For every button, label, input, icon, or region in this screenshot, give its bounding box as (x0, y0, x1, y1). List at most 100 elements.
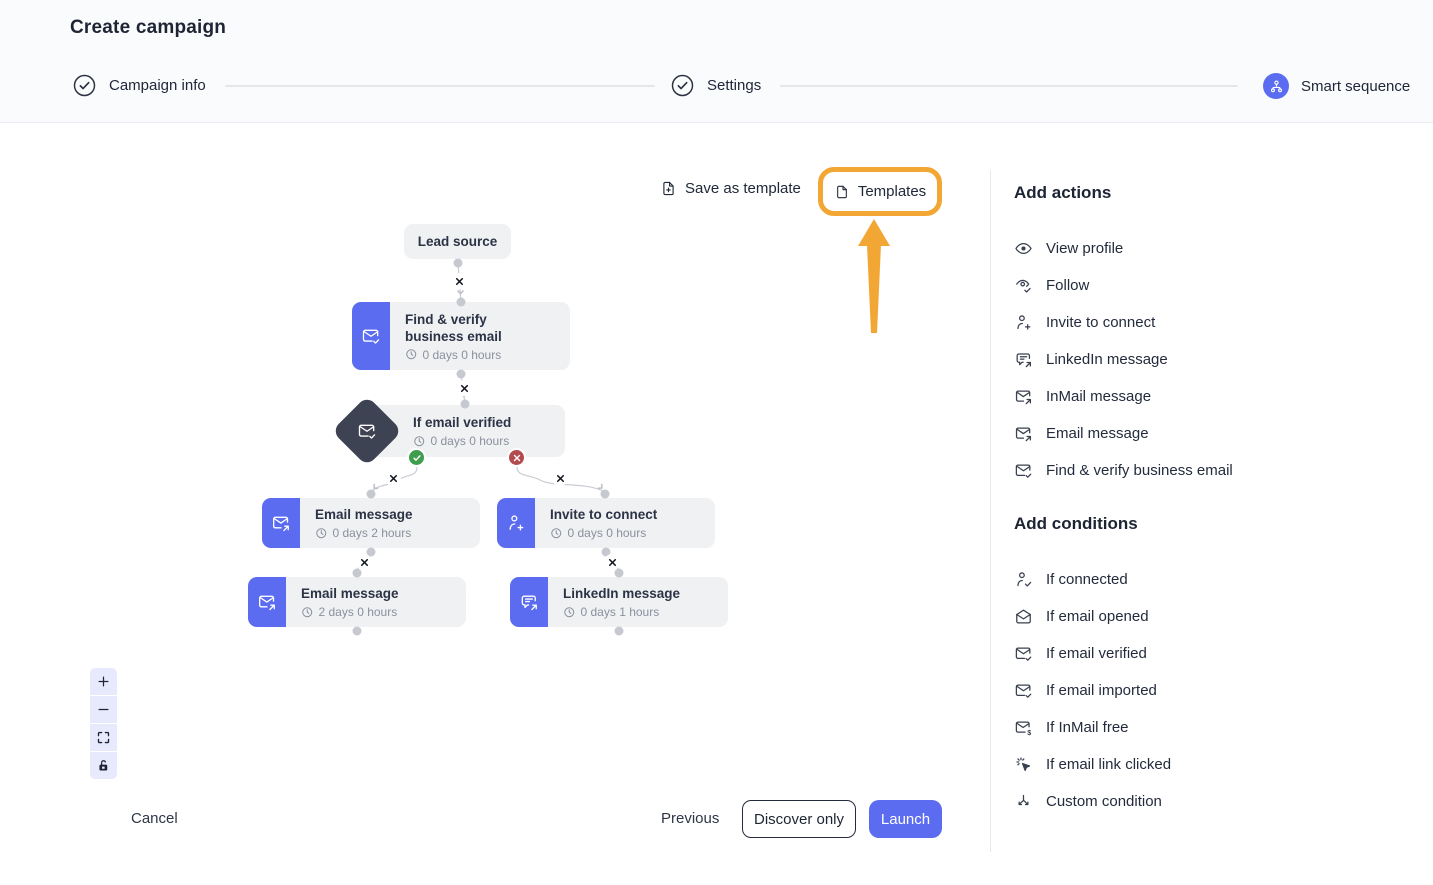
action-label: Follow (1046, 277, 1089, 294)
condition-item-if-email-link-clicked[interactable]: If email link clicked (1014, 746, 1419, 783)
action-item-linkedin-message[interactable]: LinkedIn message (1014, 341, 1419, 378)
flow-node-email-message-1[interactable]: Email message 0 days 2 hours (262, 498, 480, 548)
condition-item-if-connected[interactable]: If connected (1014, 561, 1419, 598)
discover-only-button[interactable]: Discover only (742, 800, 856, 838)
flow-node-find-verify-email[interactable]: Find & verifybusiness email 0 days 0 hou… (352, 302, 570, 370)
remove-step-icon[interactable] (356, 554, 372, 570)
canvas-zoom-controls (90, 668, 117, 779)
launch-button[interactable]: Launch (869, 800, 942, 838)
actions-sidebar: Add actions View profile Follow Invite t… (1014, 170, 1419, 820)
flow-node-lead-source[interactable]: Lead source (404, 224, 511, 259)
clock-icon (413, 435, 426, 448)
envelope-check-icon (361, 326, 381, 346)
node-icon-tile (248, 577, 286, 627)
action-label: View profile (1046, 240, 1123, 257)
condition-item-if-inmail-free[interactable]: If InMail free (1014, 709, 1419, 746)
condition-item-if-email-verified[interactable]: If email verified (1014, 635, 1419, 672)
condition-item-custom-condition[interactable]: Custom condition (1014, 783, 1419, 820)
remove-step-icon[interactable] (456, 380, 472, 396)
save-as-template-button[interactable]: Save as template (660, 180, 801, 197)
condition-item-if-email-imported[interactable]: If email imported (1014, 672, 1419, 709)
cancel-button[interactable]: Cancel (131, 810, 178, 827)
envelope-send-icon (1014, 387, 1033, 406)
condition-no-badge[interactable] (507, 448, 526, 467)
stepper-step-settings[interactable]: Settings (670, 73, 761, 98)
check-circle-icon (72, 73, 97, 98)
step-label: Campaign info (109, 77, 206, 94)
templates-button[interactable]: Templates (818, 167, 942, 216)
envelope-check-icon (1014, 644, 1033, 663)
conditions-list: If connected If email opened If email ve… (1014, 561, 1419, 820)
person-plus-icon (1014, 313, 1033, 332)
action-label: Invite to connect (1046, 314, 1155, 331)
chat-send-icon (519, 592, 539, 612)
file-icon (834, 184, 850, 200)
node-title-line2: business email (405, 329, 502, 344)
remove-step-icon[interactable] (451, 273, 467, 289)
lock-icon (96, 758, 111, 773)
flow-node-invite-to-connect[interactable]: Invite to connect 0 days 0 hours (497, 498, 715, 548)
node-icon-tile (497, 498, 535, 548)
actions-list: View profile Follow Invite to connect Li… (1014, 230, 1419, 489)
clock-icon (550, 527, 563, 540)
flow-node-linkedin-message[interactable]: LinkedIn message 0 days 1 hours (510, 577, 728, 627)
highlight-arrow (858, 219, 890, 333)
templates-label: Templates (858, 183, 926, 200)
cursor-click-icon (1014, 755, 1033, 774)
sequence-icon (1268, 78, 1285, 95)
clock-icon (405, 348, 418, 361)
node-title: LinkedIn message (563, 585, 718, 602)
action-item-find-verify-email[interactable]: Find & verify business email (1014, 452, 1419, 489)
smart-sequence-badge (1263, 73, 1289, 99)
condition-item-if-email-opened[interactable]: If email opened (1014, 598, 1419, 635)
envelope-send-icon (1014, 424, 1033, 443)
node-duration: 0 days 2 hours (333, 526, 412, 540)
create-campaign-page: Create campaign Campaign info Settings S… (0, 0, 1433, 885)
node-icon-tile (262, 498, 300, 548)
action-item-invite-to-connect[interactable]: Invite to connect (1014, 304, 1419, 341)
file-plus-icon (660, 180, 677, 197)
condition-label: If email imported (1046, 682, 1157, 699)
x-icon (512, 453, 522, 463)
node-duration: 0 days 0 hours (431, 434, 510, 448)
node-duration: 0 days 0 hours (423, 348, 502, 362)
person-plus-icon (506, 513, 526, 533)
node-icon-tile (510, 577, 548, 627)
page-title: Create campaign (70, 17, 226, 39)
sidebar-divider (990, 170, 991, 852)
action-item-view-profile[interactable]: View profile (1014, 230, 1419, 267)
step-label: Settings (707, 77, 761, 94)
condition-yes-badge[interactable] (407, 448, 426, 467)
zoom-in-button[interactable] (90, 668, 117, 695)
envelope-check-icon (357, 421, 377, 441)
action-label: Find & verify business email (1046, 462, 1233, 479)
node-title: If email verified (413, 414, 555, 431)
lock-button[interactable] (90, 752, 117, 779)
envelope-open-icon (1014, 607, 1033, 626)
remove-step-icon[interactable] (552, 470, 568, 486)
action-item-email-message[interactable]: Email message (1014, 415, 1419, 452)
clock-icon (563, 606, 576, 619)
add-conditions-title: Add conditions (1014, 514, 1419, 534)
envelope-check-icon (1014, 461, 1033, 480)
remove-step-icon[interactable] (385, 470, 401, 486)
expand-icon (96, 730, 111, 745)
node-duration: 0 days 1 hours (581, 605, 660, 619)
previous-button[interactable]: Previous (661, 810, 719, 827)
fit-view-button[interactable] (90, 724, 117, 751)
zoom-out-button[interactable] (90, 696, 117, 723)
action-item-inmail-message[interactable]: InMail message (1014, 378, 1419, 415)
stepper-step-smart-sequence[interactable]: Smart sequence (1263, 73, 1410, 99)
envelope-send-icon (271, 513, 291, 533)
action-item-follow[interactable]: Follow (1014, 267, 1419, 304)
check-circle-icon (670, 73, 695, 98)
condition-label: Custom condition (1046, 793, 1162, 810)
stepper-connector-line (225, 85, 655, 87)
envelope-send-icon (257, 592, 277, 612)
stepper-step-campaign-info[interactable]: Campaign info (72, 73, 206, 98)
minus-icon (96, 702, 111, 717)
flow-node-email-message-2[interactable]: Email message 2 days 0 hours (248, 577, 466, 627)
page-header: Create campaign Campaign info Settings S… (0, 0, 1433, 123)
remove-step-icon[interactable] (604, 554, 620, 570)
add-actions-title: Add actions (1014, 183, 1419, 203)
